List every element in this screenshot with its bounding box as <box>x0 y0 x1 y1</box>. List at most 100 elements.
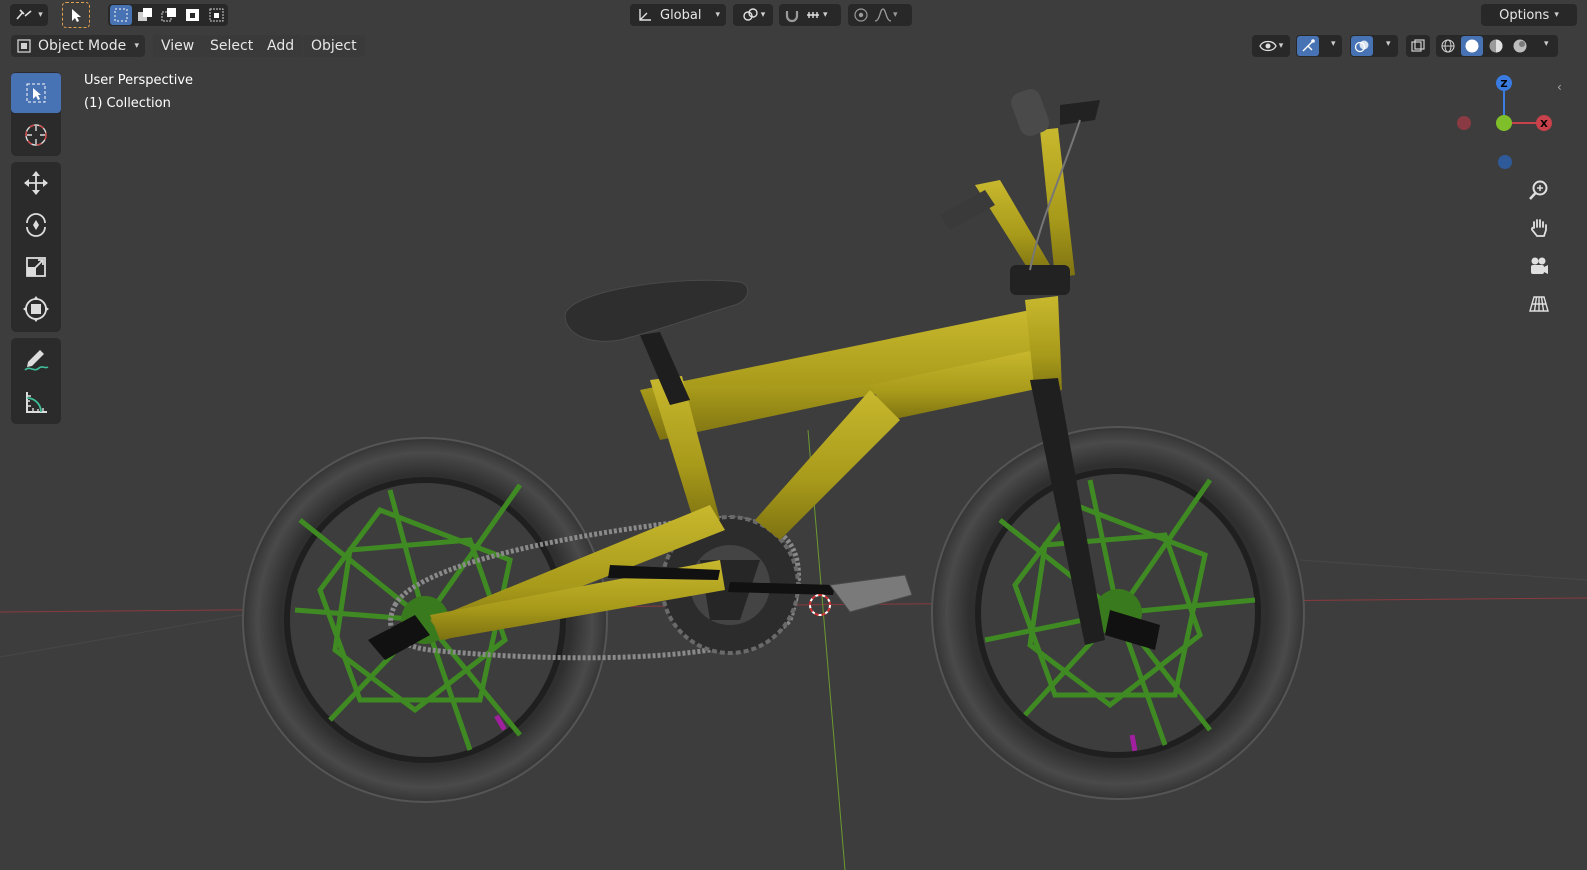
orientation-axes-icon <box>639 9 651 21</box>
select-intersect-button[interactable] <box>206 5 228 25</box>
gizmo-neg-x <box>1457 116 1471 130</box>
navigation-gizmo[interactable]: Z X <box>1450 68 1560 178</box>
pan-button[interactable] <box>1521 210 1557 246</box>
bicycle-scene <box>0 89 1587 870</box>
snap-increment-icon <box>807 12 819 18</box>
rotate-icon <box>26 213 46 237</box>
camera-icon <box>1531 257 1548 274</box>
material-sphere-icon <box>1489 39 1503 53</box>
annotate-pencil-icon <box>24 350 49 371</box>
menu-select[interactable]: Select <box>202 35 262 57</box>
shading-group: ▾ <box>1436 35 1558 57</box>
move-icon <box>24 171 48 195</box>
blender-window: ▾ Global ▾ ▾ ▾ ▾ Options ▾ Object Mode ▾… <box>0 0 1587 870</box>
transform-orientation-label: Global <box>660 7 702 23</box>
snap-target-dropdown[interactable]: ▾ <box>805 5 839 25</box>
zoom-button[interactable] <box>1521 172 1557 208</box>
3d-viewport[interactable]: User Perspective (1) Collection ‹ Z X <box>0 60 1587 870</box>
menu-object[interactable]: Object <box>303 35 365 57</box>
chevron-down-icon: ▾ <box>893 10 898 20</box>
wireframe-shading-button[interactable] <box>1437 36 1459 56</box>
wireframe-sphere-icon <box>1441 39 1455 53</box>
proportional-edit-group: ▾ <box>848 4 912 26</box>
toolbar-transform-group <box>11 162 61 332</box>
gizmo-y-axis <box>1496 115 1512 131</box>
toolbar-annotate-group <box>11 338 61 424</box>
solid-sphere-icon <box>1465 39 1479 53</box>
editor-type-icon <box>16 9 32 20</box>
editor-type-button[interactable]: ▾ <box>10 4 48 26</box>
proportional-edit-icon <box>854 8 868 22</box>
selection-mode-group <box>108 4 228 26</box>
gizmo-icon <box>1302 39 1315 52</box>
gizmo-toggle[interactable] <box>1297 36 1319 56</box>
select-extend-icon <box>138 8 152 21</box>
xray-icon <box>1411 39 1425 52</box>
material-shading-button[interactable] <box>1485 36 1507 56</box>
tool-scale[interactable] <box>11 247 61 287</box>
measure-ruler-icon <box>26 392 47 413</box>
solid-shading-button[interactable] <box>1461 36 1483 56</box>
chevron-down-icon: ▾ <box>823 10 828 20</box>
select-invert-icon <box>186 9 199 21</box>
gizmo-x-label: X <box>1540 119 1548 130</box>
collection-label: (1) Collection <box>84 96 171 111</box>
options-label: Options <box>1499 7 1550 23</box>
chevron-down-icon: ▾ <box>715 10 720 20</box>
overlay-toggle[interactable] <box>1351 36 1373 56</box>
select-intersect-icon <box>209 8 224 22</box>
chevron-down-icon[interactable]: ▾ <box>1544 39 1549 49</box>
visibility-dropdown[interactable]: ▾ <box>1252 35 1290 57</box>
rendered-shading-button[interactable] <box>1509 36 1531 56</box>
zoom-magnifier-icon <box>1529 180 1548 200</box>
select-subtract-button[interactable] <box>158 5 180 25</box>
transform-orientation-dropdown[interactable]: Global ▾ <box>630 4 726 26</box>
perspective-toggle-button[interactable] <box>1521 286 1557 322</box>
eye-icon <box>1259 40 1277 52</box>
select-mode-button[interactable] <box>62 2 90 28</box>
perspective-label: User Perspective <box>84 73 194 88</box>
top-header-bar: ▾ Global ▾ ▾ ▾ ▾ Options ▾ <box>0 0 1587 30</box>
falloff-dropdown[interactable]: ▾ <box>874 5 910 25</box>
transform-icon <box>23 296 49 322</box>
select-invert-button[interactable] <box>182 5 204 25</box>
headset <box>1010 265 1070 295</box>
cursor-icon <box>25 124 47 146</box>
tool-select-box[interactable] <box>11 73 61 113</box>
pivot-point-dropdown[interactable]: ▾ <box>733 4 773 26</box>
menu-view[interactable]: View <box>153 35 203 57</box>
chevron-down-icon[interactable]: ▾ <box>1331 39 1336 49</box>
chevron-down-icon: ▾ <box>1554 10 1559 20</box>
camera-view-button[interactable] <box>1521 248 1557 284</box>
tool-annotate[interactable] <box>11 339 61 379</box>
tool-transform[interactable] <box>11 289 61 329</box>
select-subtract-icon <box>161 8 176 22</box>
chevron-down-icon[interactable]: ▾ <box>1386 39 1391 49</box>
grid-perspective-icon <box>1529 296 1549 312</box>
options-dropdown[interactable]: Options ▾ <box>1481 4 1577 26</box>
select-new-button[interactable] <box>110 5 132 25</box>
gizmo-z-label: Z <box>1500 79 1507 90</box>
rendered-sphere-icon <box>1513 39 1527 53</box>
gizmo-neg-z <box>1498 155 1512 169</box>
menu-add[interactable]: Add <box>259 35 303 57</box>
select-box-icon <box>26 83 46 103</box>
scale-icon <box>26 257 46 277</box>
select-new-icon <box>114 8 128 22</box>
overlay-toggle-group: ▾ <box>1350 35 1398 57</box>
left-grip <box>940 190 995 230</box>
cursor-arrow-icon <box>72 9 81 22</box>
proportional-edit-toggle[interactable] <box>850 5 872 25</box>
tool-cursor[interactable] <box>11 115 61 155</box>
object-mode-icon <box>17 39 31 53</box>
select-extend-button[interactable] <box>134 5 156 25</box>
tool-measure[interactable] <box>11 382 61 422</box>
xray-toggle[interactable] <box>1406 35 1430 57</box>
tool-move[interactable] <box>11 163 61 203</box>
chevron-down-icon: ▾ <box>1278 41 1284 51</box>
chevron-down-icon: ▾ <box>760 10 766 20</box>
mode-dropdown[interactable]: Object Mode ▾ <box>11 35 145 57</box>
snap-toggle[interactable] <box>781 5 803 25</box>
tool-rotate[interactable] <box>11 205 61 245</box>
falloff-curve-icon <box>874 8 892 22</box>
